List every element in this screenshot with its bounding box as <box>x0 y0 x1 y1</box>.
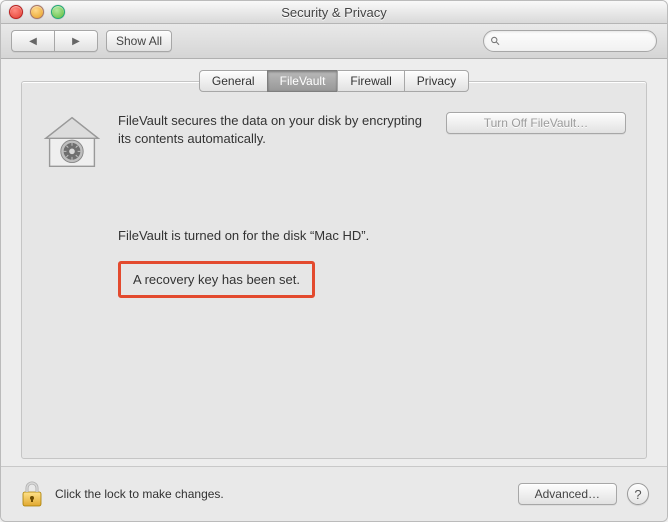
search-field[interactable] <box>483 30 657 52</box>
window-controls <box>9 5 65 19</box>
tab-firewall[interactable]: Firewall <box>337 70 404 92</box>
tab-filevault[interactable]: FileVault <box>267 70 339 92</box>
titlebar: Security & Privacy <box>1 1 667 24</box>
close-icon[interactable] <box>9 5 23 19</box>
window-title: Security & Privacy <box>1 5 667 20</box>
chevron-right-icon: ▶ <box>72 36 80 47</box>
tab-privacy[interactable]: Privacy <box>404 70 469 92</box>
forward-button[interactable]: ▶ <box>54 30 98 52</box>
advanced-button[interactable]: Advanced… <box>518 483 617 505</box>
lock-icon[interactable] <box>19 479 45 509</box>
chevron-left-icon: ◀ <box>29 36 37 47</box>
filevault-description: FileVault secures the data on your disk … <box>118 112 430 147</box>
search-input[interactable] <box>505 33 650 49</box>
help-button[interactable]: ? <box>627 483 649 505</box>
show-all-button[interactable]: Show All <box>106 30 172 52</box>
footer: Click the lock to make changes. Advanced… <box>1 466 667 521</box>
filevault-status: FileVault is turned on for the disk “Mac… <box>118 228 626 243</box>
search-icon <box>490 35 501 47</box>
recovery-key-status: A recovery key has been set. <box>118 261 315 298</box>
help-icon: ? <box>634 487 641 502</box>
zoom-icon[interactable] <box>51 5 65 19</box>
minimize-icon[interactable] <box>30 5 44 19</box>
prefs-window: Security & Privacy ◀ ▶ Show All General … <box>0 0 668 522</box>
tabbar: General FileVault Firewall Privacy <box>1 70 667 92</box>
tab-general[interactable]: General <box>199 70 268 92</box>
toolbar: ◀ ▶ Show All <box>1 24 667 59</box>
back-button[interactable]: ◀ <box>11 30 54 52</box>
content-pane: FileVault secures the data on your disk … <box>21 81 647 459</box>
nav-buttons: ◀ ▶ <box>11 30 98 52</box>
turn-off-filevault-button[interactable]: Turn Off FileVault… <box>446 112 626 134</box>
lock-text: Click the lock to make changes. <box>55 487 224 501</box>
filevault-house-icon <box>42 114 102 170</box>
